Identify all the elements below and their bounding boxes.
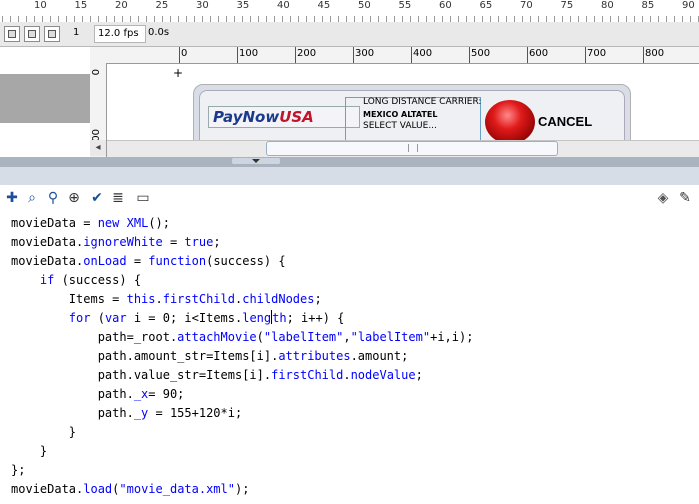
timeline-frame-number: 40 xyxy=(277,0,290,11)
select-value-label: SELECT VALUE... xyxy=(363,121,437,131)
code-editor[interactable]: movieData = new XML(); movieData.ignoreWh… xyxy=(0,211,699,504)
target-path-icon[interactable]: ⊕ xyxy=(66,190,82,206)
horizontal-ruler: 0 100 200 300 400 500 600 700 800 xyxy=(90,47,699,64)
code-line[interactable]: path._y = 155+120*i; xyxy=(11,404,243,423)
timeline-frame-number: 50 xyxy=(358,0,371,11)
scroll-left-icon[interactable]: ◂ xyxy=(90,140,106,156)
timeline-frame-number: 60 xyxy=(439,0,452,11)
timeline-frame-number: 55 xyxy=(398,0,412,11)
timeline-frame-number: 30 xyxy=(196,0,209,11)
frame-toolbar: 1 12.0 fps 0.0s xyxy=(0,22,699,47)
timeline-frame-number: 10 xyxy=(34,0,47,11)
code-line[interactable]: path.amount_str=Items[i].attributes.amou… xyxy=(11,347,409,366)
ruler-label: 600 xyxy=(529,48,549,59)
scrollbar-thumb[interactable] xyxy=(266,141,558,156)
ruler-tick xyxy=(585,47,586,63)
timeline-frame-number: 80 xyxy=(601,0,614,11)
code-hint-icon[interactable]: ▭ xyxy=(135,190,151,206)
add-statement-icon[interactable]: ✚ xyxy=(4,190,20,206)
cancel-button-graphic[interactable] xyxy=(485,100,535,144)
timeline-frame-number: 15 xyxy=(74,0,88,11)
ruler-label: 0 xyxy=(91,69,102,76)
current-frame: 1 xyxy=(73,27,80,38)
timeline-frame-number: 25 xyxy=(155,0,169,11)
timeline-frame-number: 90 xyxy=(682,0,695,11)
center-frame-icon[interactable] xyxy=(4,26,20,42)
frame-rate: 12.0 fps xyxy=(94,25,146,43)
auto-format-icon[interactable]: ≣ xyxy=(110,190,126,206)
paynow-logo: PayNowUSA xyxy=(208,106,360,128)
code-line[interactable]: path._x= 90; xyxy=(11,385,185,404)
replace-icon[interactable]: ⚲ xyxy=(45,190,61,206)
timeline-frame-number: 85 xyxy=(641,0,655,11)
carrier-name: MEXICO ALTATEL xyxy=(363,110,438,119)
code-line[interactable]: } xyxy=(11,442,47,461)
code-line[interactable]: movieData.load("movie_data.xml"); xyxy=(11,480,249,499)
ruler-label: 700 xyxy=(587,48,607,59)
actions-panel-header xyxy=(0,167,699,185)
collapse-handle-icon[interactable] xyxy=(232,158,280,164)
check-syntax-icon[interactable]: ✔ xyxy=(89,190,105,206)
code-line[interactable]: path=_root.attachMovie("labelItem","labe… xyxy=(11,328,474,347)
ruler-tick xyxy=(179,47,180,63)
ruler-label: 0 xyxy=(181,48,188,59)
ruler-label: 300 xyxy=(355,48,375,59)
layer-area[interactable] xyxy=(0,74,90,123)
timeline-frame-number: 45 xyxy=(317,0,331,11)
logo-main: PayNow xyxy=(213,108,280,126)
ruler-tick xyxy=(411,47,412,63)
logo-accent: USA xyxy=(279,108,314,126)
ruler-tick xyxy=(527,47,528,63)
elapsed-time: 0.0s xyxy=(148,27,170,38)
timeline-frame-number: 20 xyxy=(115,0,128,11)
cancel-label: CANCEL xyxy=(538,114,593,129)
find-icon[interactable]: ⌕ xyxy=(24,190,40,206)
ruler-tick xyxy=(237,47,238,63)
carrier-label: LONG DISTANCE CARRIER: xyxy=(363,97,482,107)
panel-splitter[interactable] xyxy=(0,157,699,167)
timeline-frame-number: 65 xyxy=(479,0,493,11)
ruler-tick xyxy=(295,47,296,63)
code-line[interactable]: Items = this.firstChild.childNodes; xyxy=(11,290,322,309)
onion-skin-icon[interactable] xyxy=(24,26,40,42)
code-line[interactable]: movieData = new XML(); xyxy=(11,214,170,233)
code-line[interactable]: movieData.onLoad = function(success) { xyxy=(11,252,286,271)
code-line[interactable]: if (success) { xyxy=(11,271,141,290)
onion-outline-icon[interactable] xyxy=(44,26,60,42)
ruler-label: 400 xyxy=(413,48,433,59)
ruler-label: 200 xyxy=(297,48,317,59)
ruler-label: 100 xyxy=(239,48,259,59)
ruler-tick xyxy=(469,47,470,63)
reference-icon[interactable]: ◈ xyxy=(655,190,671,206)
code-line[interactable]: path.value_str=Items[i].firstChild.nodeV… xyxy=(11,366,423,385)
code-line[interactable]: } xyxy=(11,423,76,442)
timeline-frame-number: 70 xyxy=(520,0,533,11)
timeline-frame-number: 35 xyxy=(236,0,250,11)
timeline-ruler[interactable]: 10152025303540455055606570758085909 xyxy=(0,0,699,23)
registration-crosshair-icon: + xyxy=(173,66,184,80)
ruler-tick xyxy=(353,47,354,63)
ruler-label: 500 xyxy=(471,48,491,59)
ruler-label: 800 xyxy=(645,48,665,59)
code-line[interactable]: for (var i = 0; i<Items.length; i++) { xyxy=(11,309,344,328)
code-line[interactable]: }; xyxy=(11,461,25,480)
ruler-tick xyxy=(643,47,644,63)
timeline-frame-number: 75 xyxy=(560,0,574,11)
actions-toolbar: ✚ ⌕ ⚲ ⊕ ✔ ≣ ▭ ◈ ✎ xyxy=(0,185,699,211)
code-line[interactable]: movieData.ignoreWhite = true; xyxy=(11,233,221,252)
debug-options-icon[interactable]: ✎ xyxy=(677,190,693,206)
